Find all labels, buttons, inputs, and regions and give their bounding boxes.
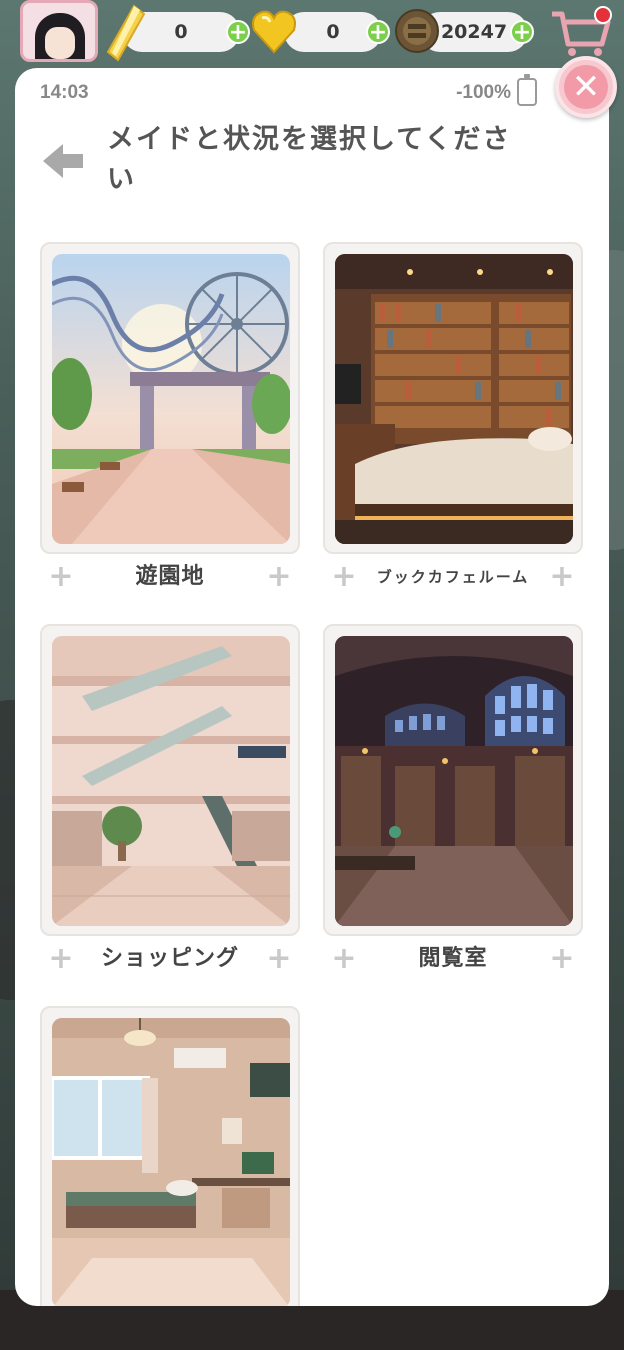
currency-bar: 0 + 0 + 20247 +	[0, 0, 624, 64]
add-gem-button[interactable]: +	[366, 20, 390, 44]
reading-room-image	[335, 636, 573, 926]
close-icon: ✕	[564, 65, 608, 109]
scene-card-shopping[interactable]	[40, 624, 300, 936]
amusement-park-image	[52, 254, 290, 544]
battery-icon	[517, 74, 537, 106]
heart-gem-icon	[252, 10, 296, 54]
close-button[interactable]: ✕	[555, 56, 617, 118]
book-cafe-room-image	[335, 254, 573, 544]
page-title: メイドと状況を選択してください	[107, 124, 512, 195]
back-arrow-icon[interactable]	[41, 138, 87, 184]
plus-icon: +	[331, 941, 357, 976]
add-crystal-button[interactable]: +	[226, 20, 250, 44]
scene-label-row: + 閲覧室 +	[323, 942, 583, 976]
scene-label: 閲覧室	[418, 946, 488, 971]
avatar[interactable]	[20, 0, 98, 62]
scene-card-amusement-park[interactable]	[40, 242, 300, 554]
scene-select-modal: 14:03 -100% メイドと状況を選択してください + 遊園地 + + ブッ…	[15, 68, 609, 1306]
notification-dot	[594, 6, 612, 24]
scene-card-bedroom[interactable]	[40, 1006, 300, 1306]
coin-icon	[395, 9, 439, 53]
plus-icon: +	[549, 559, 575, 594]
bedroom-image	[52, 1018, 290, 1306]
scene-label: 遊園地	[135, 564, 205, 589]
scene-label: ショッピング	[100, 946, 239, 971]
plus-icon: +	[331, 559, 357, 594]
gem-count: 0	[326, 21, 340, 43]
scene-card-reading-room[interactable]	[323, 624, 583, 936]
shopping-mall-image	[52, 636, 290, 926]
plus-icon: +	[266, 941, 292, 976]
plus-icon: +	[48, 559, 74, 594]
plus-icon: +	[48, 941, 74, 976]
scene-label-row: + ブックカフェルーム +	[323, 560, 583, 594]
scene-label: ブックカフェルーム	[376, 568, 530, 586]
status-time: 14:03	[40, 82, 89, 103]
scene-label-row: + ショッピング +	[40, 942, 300, 976]
battery-level: -100%	[456, 82, 511, 103]
crystal-count: 0	[174, 21, 188, 43]
coin-count: 20247	[440, 21, 508, 43]
scene-label-row: + 遊園地 +	[40, 560, 300, 594]
plus-icon: +	[549, 941, 575, 976]
scene-card-book-cafe-room[interactable]	[323, 242, 583, 554]
add-coin-button[interactable]: +	[510, 20, 534, 44]
plus-icon: +	[266, 559, 292, 594]
crystal-icon	[106, 4, 146, 62]
